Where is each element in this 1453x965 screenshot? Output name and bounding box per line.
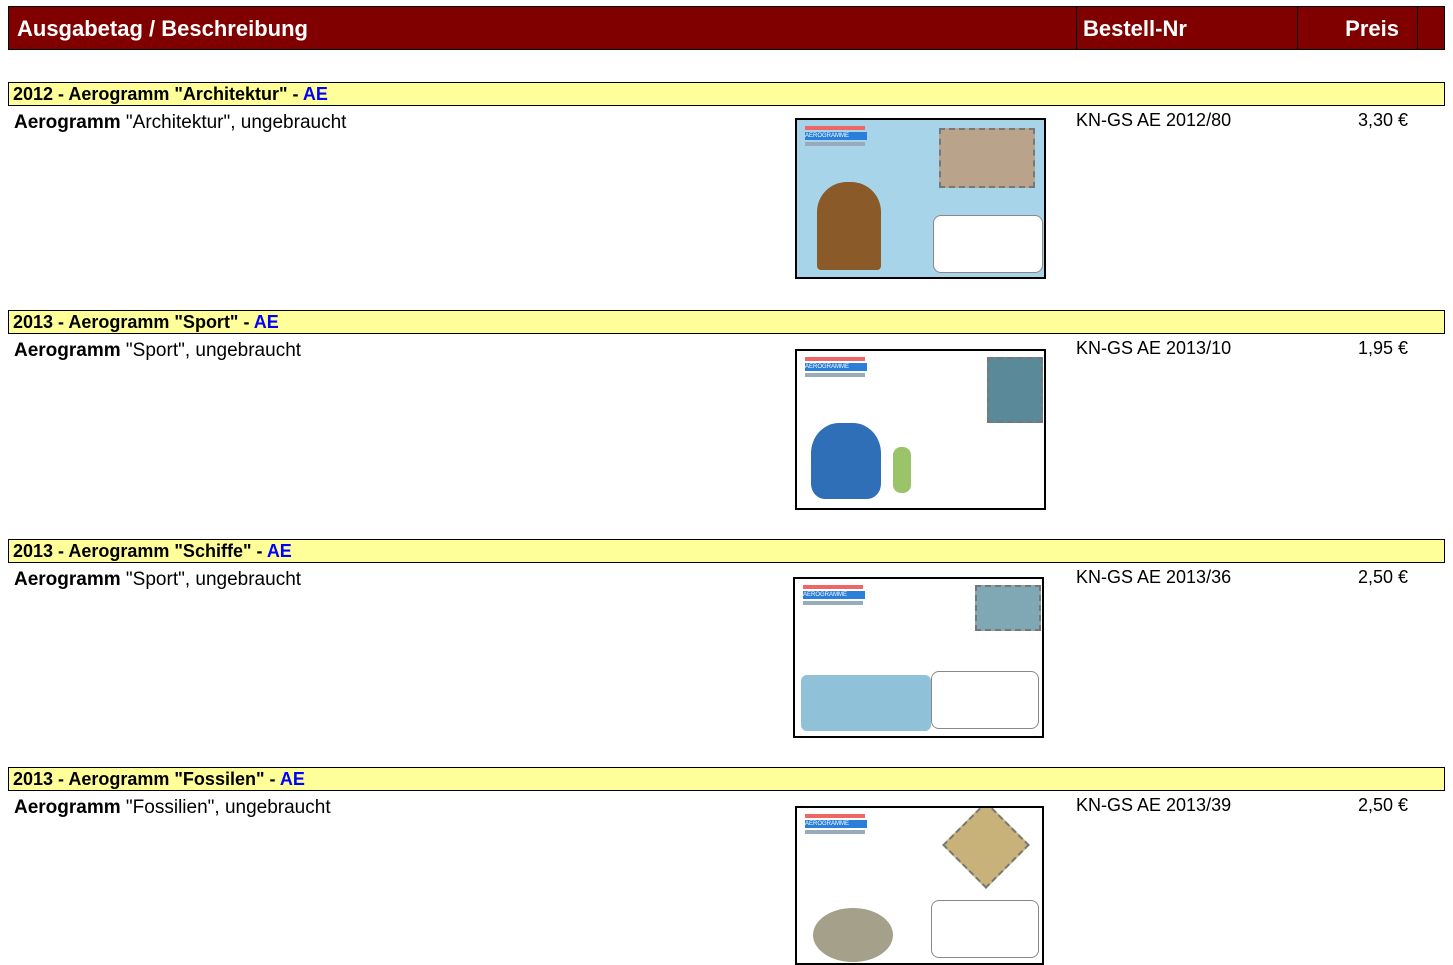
- building-icon: [817, 182, 881, 270]
- section-tag: AE: [253, 312, 279, 332]
- item-description: Aerogramm "Fossilien", ungebraucht: [14, 797, 331, 818]
- section-sport: 2013 - Aerogramm "Sport" - AE Aerogramm …: [8, 310, 1445, 361]
- price: 2,50 €: [1357, 795, 1408, 815]
- section-architektur: 2012 - Aerogramm "Architektur" - AE Aero…: [8, 82, 1445, 133]
- header-end-cell: [1417, 7, 1446, 49]
- section-tag: AE: [266, 541, 292, 561]
- item-description: Aerogramm "Architektur", ungebraucht: [14, 112, 347, 133]
- price: 1,95 €: [1357, 338, 1408, 358]
- header-description: Ausgabetag / Beschreibung: [17, 16, 308, 41]
- address-box: [931, 900, 1039, 958]
- table-header: Ausgabetag / Beschreibung Bestell-Nr Pre…: [8, 6, 1445, 50]
- athlete-icon: [811, 423, 881, 499]
- stamp-icon: [975, 585, 1041, 631]
- section-title: 2012 - Aerogramm "Architektur" - AE: [8, 82, 1445, 106]
- item-description: Aerogramm "Sport", ungebraucht: [14, 569, 302, 590]
- aerogram-image-sport[interactable]: AEROGRAMME: [795, 349, 1046, 510]
- order-number: KN-GS AE 2013/10: [1076, 338, 1232, 358]
- section-tag: AE: [302, 84, 328, 104]
- stamp-icon: [942, 808, 1030, 889]
- stamp-icon: [939, 128, 1035, 188]
- athlete-icon: [893, 447, 911, 493]
- ship-icon: [801, 675, 931, 731]
- price: 2,50 €: [1357, 567, 1408, 587]
- fossil-icon: [813, 908, 893, 962]
- section-title: 2013 - Aerogramm "Fossilen" - AE: [8, 767, 1445, 791]
- aerogram-image-fossilen[interactable]: AEROGRAMME: [795, 806, 1044, 965]
- header-price: Preis: [1297, 7, 1417, 49]
- section-title: 2013 - Aerogramm "Sport" - AE: [8, 310, 1445, 334]
- order-number: KN-GS AE 2013/36: [1076, 567, 1232, 587]
- order-number: KN-GS AE 2013/39: [1076, 795, 1232, 815]
- header-order-number: Bestell-Nr: [1076, 7, 1301, 49]
- stamp-icon: [987, 357, 1043, 423]
- address-box: [931, 671, 1039, 729]
- order-number: KN-GS AE 2012/80: [1076, 110, 1232, 130]
- address-box: [933, 215, 1043, 273]
- aerogram-image-architektur[interactable]: AEROGRAMME: [795, 118, 1046, 279]
- item-description: Aerogramm "Sport", ungebraucht: [14, 340, 302, 361]
- price: 3,30 €: [1357, 110, 1408, 130]
- section-title: 2013 - Aerogramm "Schiffe" - AE: [8, 539, 1445, 563]
- aerogram-image-schiffe[interactable]: AEROGRAMME: [793, 577, 1044, 738]
- section-fossilen: 2013 - Aerogramm "Fossilen" - AE Aerogra…: [8, 767, 1445, 818]
- section-schiffe: 2013 - Aerogramm "Schiffe" - AE Aerogram…: [8, 539, 1445, 590]
- section-tag: AE: [279, 769, 305, 789]
